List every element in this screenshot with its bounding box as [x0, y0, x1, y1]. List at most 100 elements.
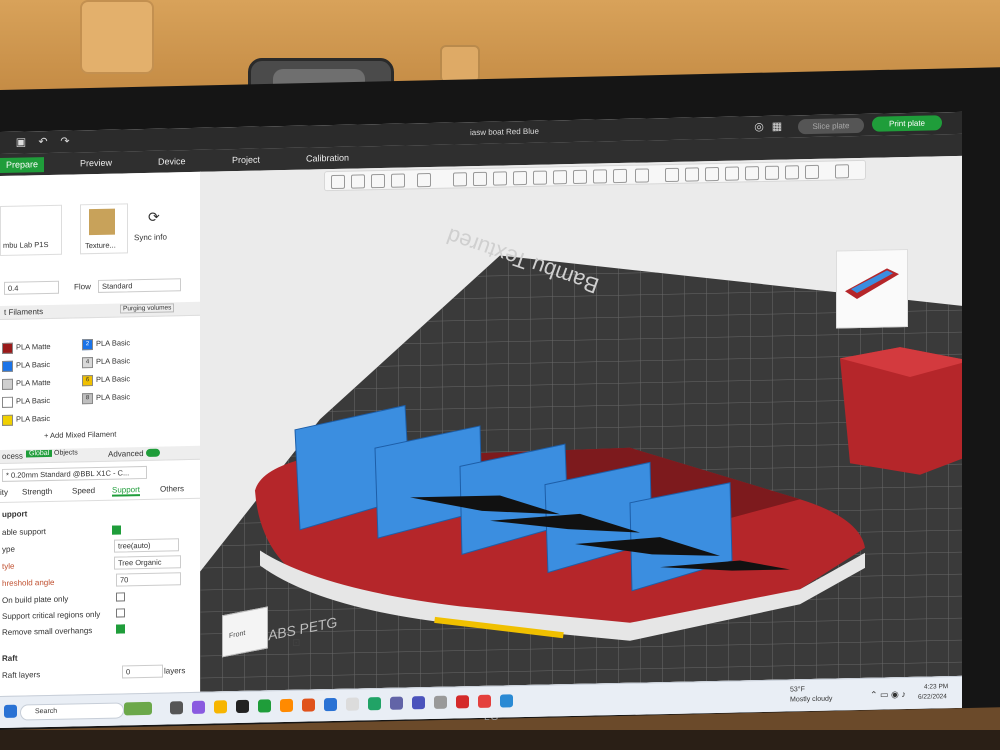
- tab-quality[interactable]: ity: [0, 488, 8, 497]
- global-toggle[interactable]: Global: [26, 449, 53, 458]
- teams-work-icon[interactable]: [412, 696, 425, 710]
- settings-panel: mbu Lab P1S Texture... ⟳ Sync info 0.4 F…: [0, 171, 201, 696]
- tab-speed[interactable]: Speed: [72, 486, 95, 495]
- monitor-screen: ▣ ↶ ↷ iasw boat Red Blue ◎ ▦ Slice plate…: [0, 111, 962, 728]
- acrobat-icon[interactable]: [456, 695, 469, 709]
- vlc-icon[interactable]: [280, 698, 293, 713]
- terminal-icon[interactable]: [236, 699, 249, 714]
- purging-volumes-button[interactable]: Purging volumes: [120, 303, 175, 314]
- widgets-icon[interactable]: [124, 701, 152, 716]
- 3d-viewport[interactable]: Bambu Textured PLA ABS PETG Front ⊡: [200, 155, 962, 692]
- filament-color-swatch: [2, 378, 13, 390]
- tab-preview[interactable]: Preview: [74, 156, 118, 172]
- save-icon[interactable]: ▣: [14, 135, 28, 149]
- enable-support-checkbox[interactable]: [112, 525, 121, 535]
- zoom-fit-icon[interactable]: ⊡: [292, 638, 300, 649]
- filament-item[interactable]: PLA Matte: [2, 341, 51, 354]
- undo-icon[interactable]: ↶: [36, 135, 50, 149]
- flow-select[interactable]: Standard: [98, 278, 181, 293]
- snipping-icon[interactable]: [500, 694, 513, 708]
- wall-plate: [80, 0, 154, 74]
- window-title: iasw boat Red Blue: [470, 126, 539, 138]
- add-mixed-filament-button[interactable]: + Add Mixed Filament: [44, 430, 116, 441]
- raft-layers-input[interactable]: 0: [122, 664, 163, 679]
- process-subtabs: ity Strength Speed Support Others: [0, 483, 200, 503]
- filament-color-swatch: [2, 396, 13, 408]
- filament-item[interactable]: 2 PLA Basic: [82, 337, 130, 350]
- tab-project[interactable]: Project: [226, 152, 266, 168]
- filament-label: PLA Basic: [96, 356, 131, 366]
- bambu-studio-icon[interactable]: [258, 699, 271, 713]
- slice-plate-button[interactable]: Slice plate: [798, 117, 864, 135]
- filament-color-swatch: 6: [82, 374, 93, 386]
- remove-small-overhangs-label: Remove small overhangs: [2, 626, 93, 637]
- tab-calibration[interactable]: Calibration: [300, 151, 355, 167]
- printer-card[interactable]: mbu Lab P1S: [0, 204, 62, 256]
- advanced-toggle[interactable]: [146, 448, 160, 457]
- filament-label: PLA Basic: [16, 395, 51, 406]
- filament-item[interactable]: PLA Basic: [2, 359, 50, 372]
- copilot-icon[interactable]: [192, 700, 205, 714]
- tab-support[interactable]: Support: [112, 485, 141, 497]
- calculator-icon[interactable]: [170, 701, 183, 715]
- process-profile-select[interactable]: * 0.20mm Standard @BBL X1C - C...: [2, 465, 147, 482]
- filament-label: PLA Basic: [96, 338, 131, 348]
- weather-temp[interactable]: 53°F: [790, 686, 805, 693]
- filament-color-swatch: [2, 360, 13, 372]
- edge-icon[interactable]: [324, 697, 337, 712]
- chrome-icon[interactable]: [346, 697, 359, 711]
- tab-prepare[interactable]: Prepare: [0, 157, 45, 173]
- filament-item[interactable]: PLA Basic: [2, 395, 50, 408]
- layout-icon[interactable]: ▦: [770, 120, 784, 134]
- windows-start-icon[interactable]: [4, 704, 17, 718]
- file-explorer-icon[interactable]: [214, 700, 227, 714]
- photos-icon[interactable]: [434, 695, 447, 709]
- filament-label: PLA Basic: [16, 413, 51, 424]
- filament-item[interactable]: PLA Basic: [2, 413, 50, 426]
- firefox-icon[interactable]: [302, 698, 315, 712]
- app-icon[interactable]: [478, 694, 491, 708]
- taskbar-search[interactable]: Search: [20, 702, 124, 721]
- objects-toggle[interactable]: Objects: [54, 449, 78, 456]
- tab-device[interactable]: Device: [152, 154, 192, 170]
- raft-layers-units: layers: [164, 666, 186, 676]
- teams-icon[interactable]: [390, 696, 403, 710]
- weather-desc: Mostly cloudy: [790, 695, 833, 704]
- support-type-select[interactable]: tree(auto): [114, 538, 179, 553]
- filament-label: PLA Matte: [16, 377, 51, 388]
- thumbnail-boat: [845, 268, 899, 300]
- raft-section-title: Raft: [2, 653, 18, 663]
- excel-icon[interactable]: [368, 697, 381, 711]
- tray-icons[interactable]: ⌃ ▭ ◉ ♪: [870, 689, 906, 701]
- print-plate-button[interactable]: Print plate: [872, 115, 942, 132]
- raft-layers-label: Raft layers: [2, 670, 41, 680]
- globe-icon[interactable]: ◎: [752, 120, 766, 134]
- clock-date: 6/22/2024: [918, 693, 947, 701]
- plate-card[interactable]: Texture...: [80, 203, 128, 255]
- filament-item[interactable]: 8 PLA Basic: [82, 391, 130, 404]
- threshold-angle-input[interactable]: 70: [116, 572, 181, 587]
- critical-regions-checkbox[interactable]: [116, 608, 125, 618]
- desk: [0, 730, 1000, 750]
- filament-label: PLA Matte: [16, 341, 51, 352]
- support-section-title: upport: [2, 509, 28, 519]
- plate-thumbnail[interactable]: [836, 248, 908, 329]
- nozzle-select[interactable]: 0.4: [4, 280, 59, 295]
- support-style-select[interactable]: Tree Organic: [114, 555, 181, 570]
- redo-icon[interactable]: ↷: [58, 134, 72, 148]
- remove-small-overhangs-checkbox[interactable]: [116, 624, 125, 634]
- clock-time[interactable]: 4:23 PM: [924, 683, 948, 691]
- build-plate-only-label: On build plate only: [2, 594, 69, 605]
- sync-info-button[interactable]: ⟳ Sync info: [130, 202, 180, 251]
- filament-item[interactable]: 6 PLA Basic: [82, 373, 130, 386]
- enable-support-label: able support: [2, 527, 47, 537]
- tab-others[interactable]: Others: [160, 484, 184, 494]
- filament-item[interactable]: PLA Matte: [2, 377, 51, 390]
- process-section-header: ocess Global Objects Advanced: [0, 445, 200, 464]
- filament-label: PLA Basic: [96, 374, 131, 384]
- tab-strength[interactable]: Strength: [22, 487, 52, 497]
- wall-outlet: [440, 45, 480, 83]
- filament-item[interactable]: 4 PLA Basic: [82, 355, 130, 368]
- printer-name: mbu Lab P1S: [3, 239, 49, 250]
- build-plate-only-checkbox[interactable]: [116, 592, 125, 602]
